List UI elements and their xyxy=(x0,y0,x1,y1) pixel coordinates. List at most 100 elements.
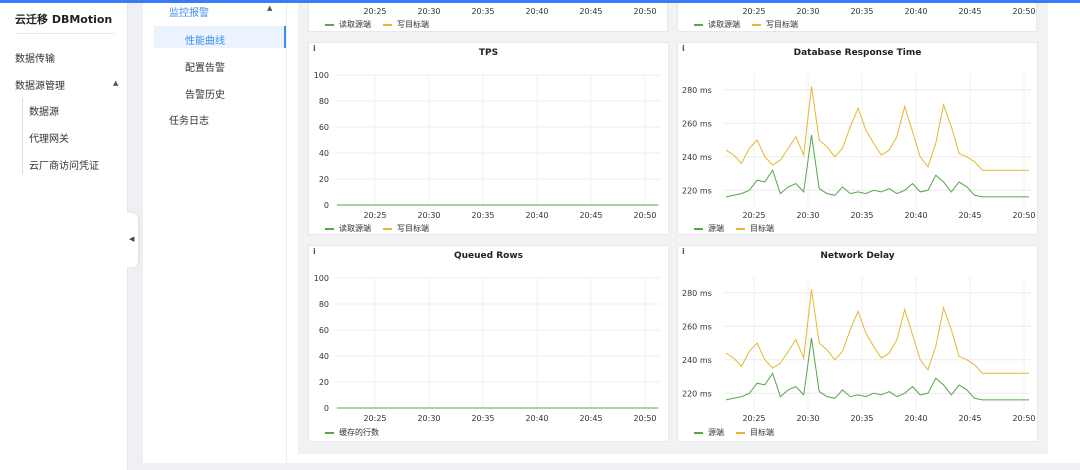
x-tick-label: 20:50 xyxy=(1012,414,1035,423)
y-tick-label: 0 xyxy=(324,201,329,210)
legend-label: 目标端 xyxy=(750,224,774,233)
sidebar-collapse-toggle[interactable]: ◀ xyxy=(126,213,138,267)
y-tick-label: 40 xyxy=(319,352,329,361)
legend-swatch xyxy=(325,431,334,434)
menu-item-alert-config[interactable]: 配置告警 xyxy=(185,59,225,74)
chart-legend: 缓存的行数 xyxy=(325,427,391,438)
partial-legend-left: 读取源端 写目标端 xyxy=(325,19,441,30)
y-tick-label: 240 ms xyxy=(682,356,712,365)
top-accent-bar xyxy=(0,0,1080,3)
x-tick-label: 20:45 xyxy=(579,211,602,220)
app-title: 云迁移 DBMotion xyxy=(15,13,113,26)
x-tick-label: 20:25 xyxy=(742,211,765,220)
x-tick-label: 20:35 xyxy=(471,211,494,220)
legend-label: 缓存的行数 xyxy=(339,428,379,437)
chevron-left-icon: ◀ xyxy=(129,235,135,243)
x-tick-label: 20:45 xyxy=(958,211,981,220)
y-tick-label: 60 xyxy=(319,123,329,132)
menu-item-task-log[interactable]: 任务日志 xyxy=(169,112,209,127)
legend-swatch xyxy=(736,227,745,230)
series-line-1 xyxy=(725,86,1029,171)
y-tick-label: 220 ms xyxy=(682,389,712,398)
x-tick-label: 20:45 xyxy=(958,7,981,16)
legend-label: 写目标端 xyxy=(397,224,429,233)
legend-swatch xyxy=(752,23,761,26)
legend-swatch xyxy=(383,227,392,230)
chart-tps: 0 20 40 60 80 100 20:25 20:30 20:35 20:40 20:45 20:… xyxy=(314,71,660,220)
caret-up-icon[interactable]: ▲ xyxy=(267,4,272,12)
x-tick-label: 20:30 xyxy=(417,7,440,16)
partial-legend-right: 读取源端 写目标端 xyxy=(694,19,810,30)
menu-item-performance-curve[interactable]: 性能曲线 xyxy=(185,32,225,47)
legend-swatch xyxy=(736,431,745,434)
main-sidebar: 云迁移 DBMotion 数据传输 数据源管理 ▲ 数据源 代理网关 云厂商访问… xyxy=(0,0,128,470)
y-tick-label: 260 ms xyxy=(682,119,712,128)
series-line-0 xyxy=(725,337,1029,401)
x-tick-label: 20:35 xyxy=(850,7,873,16)
x-tick-label: 20:35 xyxy=(471,7,494,16)
y-tick-label: 0 xyxy=(324,404,329,413)
y-tick-label: 60 xyxy=(319,326,329,335)
panel-queued-rows: i Queued Rows 0 20 40 60 80 100 20:25 20:30 20:3… xyxy=(308,245,669,442)
y-tick-label: 20 xyxy=(319,378,329,387)
x-tick-label: 20:40 xyxy=(525,211,548,220)
chart-legend: 读取源端 写目标端 xyxy=(325,223,441,234)
y-tick-label: 80 xyxy=(319,300,329,309)
chart-legend: 源端 目标端 xyxy=(694,223,786,234)
legend-label: 写目标端 xyxy=(766,20,798,29)
series-line-1 xyxy=(725,289,1029,374)
sidebar-item-data-transfer[interactable]: 数据传输 xyxy=(15,50,55,65)
x-tick-label: 20:50 xyxy=(1012,7,1035,16)
x-tick-label: 20:25 xyxy=(363,414,386,423)
sidebar-subitem-datasource[interactable]: 数据源 xyxy=(29,103,59,118)
legend-swatch xyxy=(694,23,703,26)
menu-group-monitoring[interactable]: 监控报警 xyxy=(169,4,209,19)
y-tick-label: 260 ms xyxy=(682,322,712,331)
x-tick-label: 20:30 xyxy=(417,211,440,220)
x-tick-label: 20:40 xyxy=(525,414,548,423)
panel-network-delay: i Network Delay 220 ms 240 ms 260 ms 280 ms… xyxy=(677,245,1038,442)
x-tick-label: 20:50 xyxy=(633,414,656,423)
x-tick-label: 20:45 xyxy=(579,7,602,16)
x-tick-label: 20:30 xyxy=(796,7,819,16)
y-tick-label: 20 xyxy=(319,175,329,184)
x-tick-label: 20:40 xyxy=(904,7,927,16)
y-tick-label: 280 ms xyxy=(682,289,712,298)
submenu-guide-line xyxy=(22,98,23,174)
chart-queued-rows: 0 20 40 60 80 100 20:25 20:30 20:35 20:40 20:45 20:… xyxy=(314,274,660,423)
legend-label: 读取源端 xyxy=(339,20,371,29)
x-tick-label: 20:35 xyxy=(850,414,873,423)
chart-network-delay: 220 ms 240 ms 260 ms 280 ms 20:25 20:30 20:35 2… xyxy=(682,276,1036,423)
chart-db-response-time: 220 ms 240 ms 260 ms 280 ms 20:25 20:30 20:35 2… xyxy=(682,73,1036,220)
legend-label: 源端 xyxy=(708,224,724,233)
chart-legend: 源端 目标端 xyxy=(694,427,786,438)
sidebar-item-datasource-management[interactable]: 数据源管理 xyxy=(15,77,65,92)
x-tick-label: 20:50 xyxy=(633,211,656,220)
legend-label: 目标端 xyxy=(750,428,774,437)
x-tick-label: 20:45 xyxy=(958,414,981,423)
panel-tps: i TPS 0 20 40 60 80 100 20:25 20:30 20:35 20:40 20… xyxy=(308,42,669,235)
x-tick-label: 20:40 xyxy=(525,7,548,16)
legend-swatch xyxy=(325,227,334,230)
legend-swatch xyxy=(694,227,703,230)
legend-swatch xyxy=(325,23,334,26)
x-tick-label: 20:35 xyxy=(471,414,494,423)
sidebar-subitem-cloud-credentials[interactable]: 云厂商访问凭证 xyxy=(29,157,99,172)
legend-label: 写目标端 xyxy=(397,20,429,29)
y-tick-label: 280 ms xyxy=(682,86,712,95)
legend-label: 读取源端 xyxy=(708,20,740,29)
y-tick-label: 40 xyxy=(319,149,329,158)
caret-up-icon[interactable]: ▲ xyxy=(113,79,118,87)
x-tick-label: 20:40 xyxy=(904,211,927,220)
sidebar-subitem-proxy-gateway[interactable]: 代理网关 xyxy=(29,130,69,145)
x-tick-label: 20:25 xyxy=(363,7,386,16)
menu-item-alert-history[interactable]: 告警历史 xyxy=(185,86,225,101)
x-tick-label: 20:25 xyxy=(363,211,386,220)
legend-label: 读取源端 xyxy=(339,224,371,233)
x-tick-label: 20:50 xyxy=(1012,211,1035,220)
panel-db-response-time: i Database Response Time 220 ms 240 ms 260… xyxy=(677,42,1038,235)
y-tick-label: 100 xyxy=(314,71,329,80)
x-tick-label: 20:50 xyxy=(633,7,656,16)
legend-label: 源端 xyxy=(708,428,724,437)
partial-panel-right: 20:25 20:30 20:35 20:40 20:45 20:50 读取源端 写目标端 xyxy=(677,0,1037,32)
